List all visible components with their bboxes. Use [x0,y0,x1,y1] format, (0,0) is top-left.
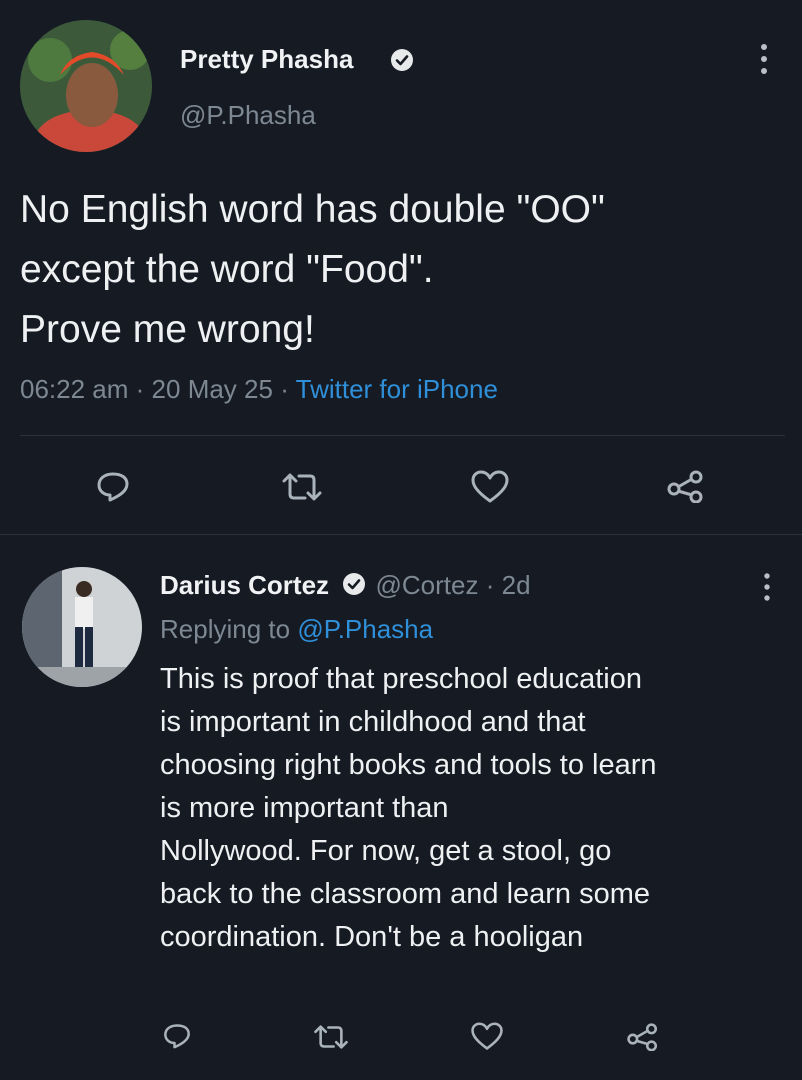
tweet-text-line: except the word "Food". [20,248,434,291]
reply-text-line: back to the classroom and learn some [160,878,651,910]
tweet-text-line: No English word has double "OO" [20,188,605,231]
verified-badge-icon [342,572,366,603]
meta-separator: · [485,570,495,600]
reply-header: Darius Cortez @Cortez · 2d [160,570,531,603]
reply-text-line: This is proof that preschool education [160,663,642,695]
reply-author-avatar[interactable] [22,567,142,687]
tweet-time: 06:22 am [20,374,129,404]
tweet-author-handle[interactable]: @P.Phasha [180,100,316,131]
retweet-icon[interactable] [312,1024,350,1050]
tweet-source-link[interactable]: Twitter for iPhone [296,374,498,404]
tweet-meta: 06:22 am · 20 May 25 · Twitter for iPhon… [20,374,498,405]
share-icon[interactable] [666,469,706,503]
heart-icon[interactable] [470,1022,504,1051]
retweet-icon[interactable] [280,472,324,502]
divider [0,534,802,535]
replying-to-label: Replying to [160,614,291,644]
reply-age: 2d [501,570,531,600]
reply-text: This is proof that preschool education i… [160,658,657,959]
more-options-icon[interactable] [756,42,772,81]
replying-to-handle[interactable]: @P.Phasha [297,614,433,644]
divider [20,435,785,436]
reply-text-line: coordination. Don't be a hooligan [160,921,584,953]
tweet-text: No English word has double "OO" except t… [20,180,605,360]
tweet-date: 20 May 25 [151,374,273,404]
reply-text-line: is important in childhood and that [160,706,586,738]
meta-separator: · [135,374,145,404]
reply-text-line: choosing right books and tools to learn [160,749,657,781]
replying-to: Replying to @P.Phasha [160,614,433,645]
reply-icon[interactable] [95,470,131,502]
reply-author-handle[interactable]: @Cortez [376,570,479,600]
verified-badge-icon [390,48,414,77]
heart-icon[interactable] [470,470,510,504]
reply-author-name[interactable]: Darius Cortez [160,570,329,600]
reply-text-line: Nollywood. For now, get a stool, go [160,835,612,867]
reply-icon[interactable] [162,1022,192,1049]
reply-text-line: is more important than [160,792,449,824]
share-icon[interactable] [626,1022,660,1051]
tweet-text-line: Prove me wrong! [20,308,315,351]
more-options-icon[interactable] [760,572,774,607]
tweet-author-avatar[interactable] [20,20,152,152]
tweet-author-name[interactable]: Pretty Phasha [180,44,353,75]
meta-separator: · [280,374,289,404]
